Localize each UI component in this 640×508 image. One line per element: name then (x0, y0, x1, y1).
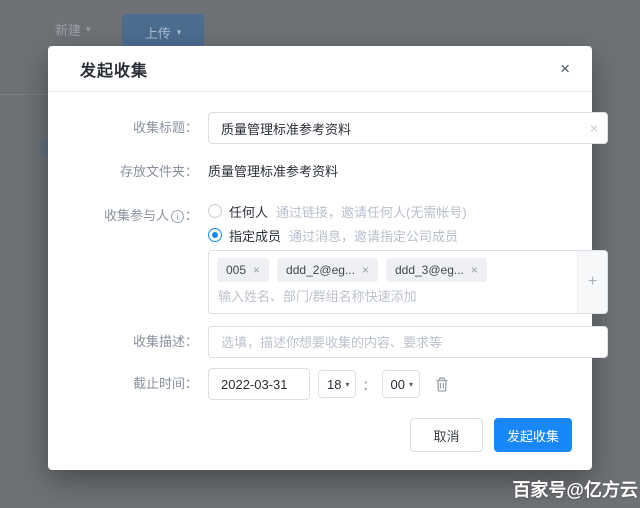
chevron-down-icon: ▾ (408, 379, 413, 389)
member-tag-label: ddd_3@eg... (394, 263, 464, 277)
radio-unselected-icon[interactable] (208, 204, 222, 218)
deadline-row: 截止时间： 2022-03-31 18 ▾ ： 00 ▾ (78, 368, 570, 400)
info-icon: i (170, 209, 184, 223)
create-collection-dialog: 发起收集 × 收集标题： × 存放文件夹： 质量管理标准参考资料 收集参与人i： (48, 46, 608, 470)
remove-tag-icon[interactable]: × (362, 263, 369, 277)
description-input[interactable] (208, 326, 608, 358)
background-list-item (40, 138, 48, 158)
description-label: 收集描述： (132, 334, 198, 349)
dialog-title: 发起收集 (80, 62, 149, 80)
participants-label: 收集参与人 i： (103, 208, 198, 223)
participant-option-anyone-label[interactable]: 任何人 (229, 202, 268, 221)
upload-button-label: 上传 (144, 25, 171, 41)
dialog-body: 收集标题： × 存放文件夹： 质量管理标准参考资料 收集参与人i： 任何人 通过… (48, 92, 608, 400)
chevron-down-icon: ▾ (345, 379, 350, 389)
storage-folder-label: 存放文件夹： (119, 164, 198, 179)
description-row: 收集描述： (78, 326, 608, 358)
participant-option-members[interactable]: 指定成员 通过消息，邀请指定公司成员 (208, 224, 608, 246)
participant-option-anyone[interactable]: 任何人 通过链接，邀请任何人(无需帐号) (208, 200, 608, 222)
dialog-footer: 取消 发起收集 (410, 418, 572, 452)
participant-option-members-label[interactable]: 指定成员 (229, 226, 281, 245)
member-tag-label: 005 (226, 263, 247, 277)
plus-icon: + (587, 273, 598, 290)
close-icon[interactable]: × (560, 60, 570, 77)
background-divider (0, 94, 48, 95)
chevron-down-icon: ▾ (86, 24, 91, 34)
submit-button[interactable]: 发起收集 (494, 418, 572, 452)
cancel-button[interactable]: 取消 (410, 418, 483, 452)
upload-button[interactable]: 上传 ▾ (122, 14, 204, 50)
deadline-label: 截止时间： (132, 376, 198, 391)
dialog-header: 发起收集 × (48, 46, 592, 92)
deadline-minute-select[interactable]: 00 ▾ (381, 370, 420, 398)
deadline-date-input[interactable]: 2022-03-31 (208, 368, 310, 400)
member-tag: ddd_2@eg... × (277, 258, 378, 282)
member-picker[interactable]: 005 × ddd_2@eg... × ddd_3@eg... × 输入姓名、部… (208, 250, 608, 314)
watermark: 百家号@亿方云 (512, 480, 638, 500)
member-tag-label: ddd_2@eg... (286, 263, 355, 277)
participant-option-members-hint: 通过消息，邀请指定公司成员 (289, 228, 459, 244)
remove-tag-icon[interactable]: × (253, 263, 260, 277)
deadline-hour-select[interactable]: 18 ▾ (318, 370, 357, 398)
member-tag: 005 × (217, 258, 270, 282)
radio-selected-icon[interactable] (208, 228, 222, 242)
storage-folder-row: 存放文件夹： 质量管理标准参考资料 (78, 162, 570, 182)
new-button[interactable]: 新建 ▾ (55, 20, 91, 39)
participants-row: 收集参与人 i： 任何人 通过链接，邀请任何人(无需帐号) 指定成员 通过消息，邀… (78, 200, 608, 314)
collection-title-input[interactable] (208, 112, 608, 144)
participant-option-anyone-hint: 通过链接，邀请任何人(无需帐号) (276, 204, 467, 220)
collection-title-label: 收集标题： (132, 120, 198, 135)
collection-title-row: 收集标题： × (78, 112, 608, 144)
chevron-down-icon: ▾ (176, 26, 182, 37)
member-tag: ddd_3@eg... × (385, 258, 487, 282)
storage-folder-value: 质量管理标准参考资料 (208, 164, 339, 179)
member-search-input[interactable] (218, 289, 548, 304)
new-button-label: 新建 (55, 23, 82, 38)
remove-tag-icon[interactable]: × (471, 263, 478, 277)
clear-input-icon[interactable]: × (590, 120, 598, 136)
time-separator: ： (362, 377, 376, 393)
trash-icon[interactable] (434, 376, 450, 393)
deadline-minute-value: 00 (390, 376, 405, 392)
add-member-button[interactable]: + (577, 251, 607, 313)
deadline-hour-value: 18 (327, 376, 342, 392)
member-tags: 005 × ddd_2@eg... × ddd_3@eg... × (209, 251, 607, 282)
